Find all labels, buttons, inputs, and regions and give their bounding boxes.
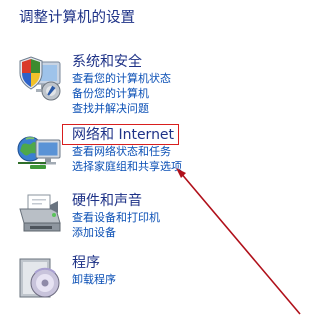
annotation-arrow: [176, 168, 301, 315]
